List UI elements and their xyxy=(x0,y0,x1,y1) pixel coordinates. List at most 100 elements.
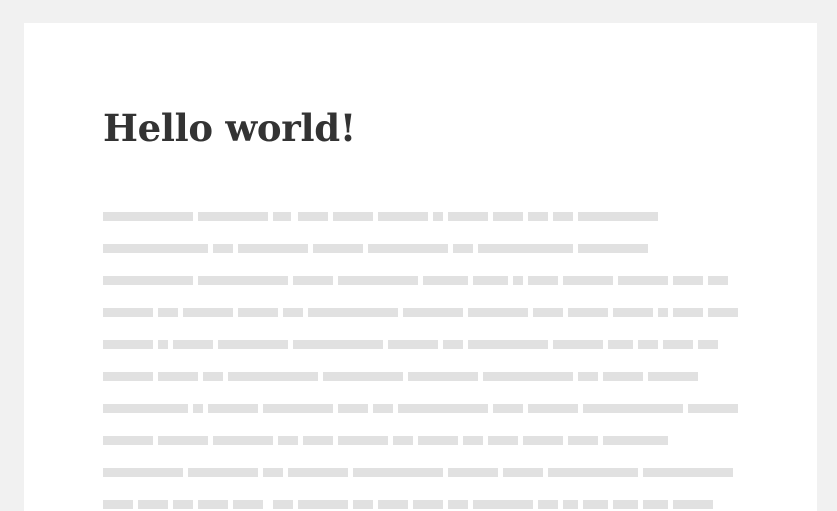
placeholder-word xyxy=(103,340,153,349)
placeholder-word xyxy=(203,372,223,381)
placeholder-word xyxy=(103,276,193,285)
placeholder-word xyxy=(198,212,268,221)
placeholder-word xyxy=(563,276,613,285)
placeholder-word xyxy=(583,500,608,509)
placeholder-word xyxy=(448,500,468,509)
placeholder-word xyxy=(548,468,638,477)
placeholder-word xyxy=(323,372,403,381)
placeholder-word xyxy=(648,372,698,381)
placeholder-word xyxy=(353,500,373,509)
placeholder-word xyxy=(273,500,293,509)
placeholder-text-line xyxy=(103,436,743,468)
placeholder-word xyxy=(338,404,368,413)
placeholder-word xyxy=(353,468,443,477)
post-title: Hello world! xyxy=(103,106,356,150)
placeholder-word xyxy=(368,244,448,253)
placeholder-word xyxy=(563,500,578,509)
placeholder-word xyxy=(423,276,468,285)
placeholder-word xyxy=(388,340,438,349)
placeholder-word xyxy=(213,244,233,253)
placeholder-word xyxy=(463,436,483,445)
placeholder-text-line xyxy=(103,276,743,308)
placeholder-word xyxy=(608,340,633,349)
placeholder-word xyxy=(308,308,398,317)
placeholder-text-line xyxy=(103,404,743,436)
placeholder-word xyxy=(338,276,418,285)
article-card: Hello world! xyxy=(24,23,817,511)
placeholder-word xyxy=(183,308,233,317)
placeholder-word xyxy=(103,436,153,445)
placeholder-word xyxy=(173,500,193,509)
placeholder-word xyxy=(288,468,348,477)
placeholder-word xyxy=(233,500,263,509)
placeholder-word xyxy=(478,244,573,253)
placeholder-word xyxy=(283,308,303,317)
placeholder-word xyxy=(453,244,473,253)
placeholder-word xyxy=(673,500,713,509)
placeholder-word xyxy=(603,372,643,381)
placeholder-word xyxy=(638,340,658,349)
placeholder-text-line xyxy=(103,468,743,500)
placeholder-word xyxy=(238,308,278,317)
placeholder-word xyxy=(673,276,703,285)
placeholder-word xyxy=(613,308,653,317)
placeholder-word xyxy=(503,468,543,477)
placeholder-word xyxy=(103,500,133,509)
placeholder-word xyxy=(303,436,333,445)
placeholder-word xyxy=(448,468,498,477)
placeholder-word xyxy=(513,276,523,285)
placeholder-word xyxy=(103,244,208,253)
placeholder-word xyxy=(408,372,478,381)
placeholder-text-line xyxy=(103,500,743,511)
placeholder-word xyxy=(523,436,563,445)
placeholder-word xyxy=(493,212,523,221)
placeholder-word xyxy=(528,212,548,221)
placeholder-word xyxy=(228,372,318,381)
placeholder-word xyxy=(493,404,523,413)
placeholder-word xyxy=(263,468,283,477)
placeholder-word xyxy=(158,340,168,349)
placeholder-word xyxy=(378,212,428,221)
placeholder-word xyxy=(568,308,608,317)
placeholder-word xyxy=(158,372,198,381)
placeholder-word xyxy=(643,500,668,509)
placeholder-word xyxy=(198,500,228,509)
placeholder-word xyxy=(698,340,718,349)
placeholder-word xyxy=(473,276,508,285)
placeholder-word xyxy=(533,308,563,317)
placeholder-word xyxy=(418,436,458,445)
placeholder-word xyxy=(663,340,693,349)
placeholder-word xyxy=(103,404,188,413)
placeholder-text-line xyxy=(103,212,743,244)
placeholder-word xyxy=(613,500,638,509)
placeholder-word xyxy=(158,308,178,317)
placeholder-word xyxy=(583,404,683,413)
placeholder-word xyxy=(618,276,668,285)
placeholder-text-line xyxy=(103,244,743,276)
placeholder-word xyxy=(553,340,603,349)
placeholder-word xyxy=(673,308,703,317)
placeholder-word xyxy=(263,404,333,413)
placeholder-word xyxy=(658,308,668,317)
placeholder-word xyxy=(298,500,348,509)
placeholder-text-line xyxy=(103,340,743,372)
placeholder-word xyxy=(173,340,213,349)
placeholder-word xyxy=(553,212,573,221)
post-body-placeholder xyxy=(103,212,743,511)
placeholder-word xyxy=(443,340,463,349)
placeholder-word xyxy=(103,468,183,477)
placeholder-word xyxy=(158,436,208,445)
placeholder-word xyxy=(468,340,548,349)
placeholder-word xyxy=(138,500,168,509)
placeholder-word xyxy=(103,308,153,317)
placeholder-word xyxy=(528,404,578,413)
placeholder-word xyxy=(293,340,383,349)
placeholder-word xyxy=(448,212,488,221)
placeholder-word xyxy=(473,500,533,509)
placeholder-word xyxy=(338,436,388,445)
placeholder-word xyxy=(403,308,463,317)
placeholder-word xyxy=(198,276,288,285)
placeholder-word xyxy=(398,404,488,413)
placeholder-word xyxy=(568,436,598,445)
placeholder-word xyxy=(218,340,288,349)
